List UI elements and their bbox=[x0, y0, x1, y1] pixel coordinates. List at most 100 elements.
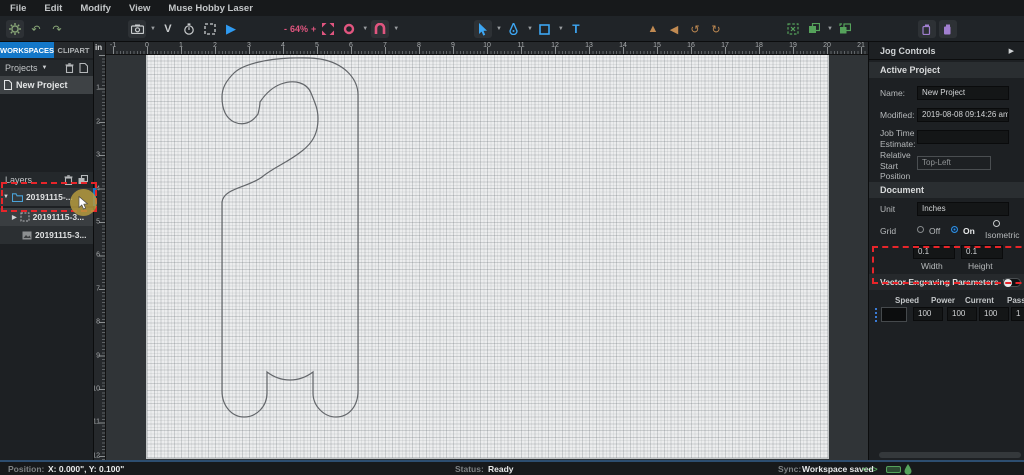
job-timer-icon[interactable] bbox=[180, 20, 198, 38]
document-section-header[interactable]: Document bbox=[869, 182, 1024, 198]
menu-modify[interactable]: Modify bbox=[80, 3, 111, 14]
status-label: Status: bbox=[455, 464, 484, 474]
modified-date-field: 2019-08-08 09:14:26 am bbox=[917, 108, 1009, 122]
current-field[interactable]: 100 bbox=[979, 307, 1009, 321]
pan-tool-dropdown-icon[interactable]: ▼ bbox=[362, 26, 368, 32]
perimeter-frame-icon[interactable] bbox=[201, 20, 219, 38]
new-project-icon[interactable] bbox=[79, 63, 88, 73]
text-tool-button[interactable]: T bbox=[567, 20, 585, 38]
mouse-cursor-icon bbox=[78, 196, 89, 210]
v-ruler-tick-label: 8 bbox=[96, 319, 100, 326]
layer-row-image[interactable]: 20191115-3... bbox=[0, 226, 93, 244]
delete-project-trash-icon[interactable] bbox=[65, 63, 74, 73]
v-ruler-tick-label: 7 bbox=[96, 285, 100, 292]
grid-off-radio[interactable] bbox=[917, 226, 924, 233]
grid-on-label: On bbox=[963, 226, 975, 237]
vector-trace-button[interactable]: V bbox=[159, 20, 177, 38]
jog-controls-expand-icon[interactable]: ▶ bbox=[1009, 47, 1014, 55]
paste-parameters-icon[interactable] bbox=[939, 20, 957, 38]
redo-icon[interactable]: ↷ bbox=[48, 20, 66, 38]
h-ruler-tick-label: -1 bbox=[110, 42, 116, 49]
jog-controls-header[interactable]: Jog Controls ▶ bbox=[869, 42, 1024, 60]
document-page[interactable] bbox=[147, 55, 828, 458]
position-value: X: 0.000", Y: 0.100" bbox=[48, 464, 124, 474]
right-panel-scrollbar[interactable] bbox=[879, 452, 1021, 458]
h-ruler-tick-label: 16 bbox=[687, 42, 695, 49]
h-ruler-tick-label: 8 bbox=[417, 42, 421, 49]
unit-label: Unit bbox=[880, 204, 895, 215]
passes-field[interactable]: 1 bbox=[1011, 307, 1024, 321]
h-ruler-tick-label: 5 bbox=[315, 42, 319, 49]
select-tool-dropdown-icon[interactable]: ▼ bbox=[496, 26, 502, 32]
group-dropdown-icon[interactable]: ▼ bbox=[827, 26, 833, 32]
menu-file[interactable]: File bbox=[10, 3, 26, 14]
speed-field[interactable]: 100 bbox=[913, 307, 943, 321]
isometric-radio[interactable] bbox=[993, 220, 1000, 227]
run-job-play-button[interactable]: ▶ bbox=[222, 20, 240, 38]
copy-parameters-icon[interactable] bbox=[918, 20, 936, 38]
v-ruler-tick-label: 3 bbox=[96, 152, 100, 159]
project-file-icon bbox=[4, 80, 12, 90]
menu-muse-hobby-laser[interactable]: Muse Hobby Laser bbox=[168, 3, 252, 14]
menu-view[interactable]: View bbox=[129, 3, 150, 14]
mouse-cursor-highlight bbox=[70, 189, 97, 216]
v-ruler-tick-label: 11 bbox=[94, 419, 100, 426]
layer-color-swatch[interactable] bbox=[881, 307, 907, 322]
annotation-red-rect-parameters bbox=[872, 246, 1024, 284]
layer-expand-icon[interactable]: ▶ bbox=[12, 214, 17, 221]
h-ruler-tick-label: 11 bbox=[517, 42, 524, 49]
grid-on-radio[interactable] bbox=[951, 226, 958, 233]
project-name-field[interactable]: New Project bbox=[917, 86, 1009, 100]
shape-tool-dropdown-icon[interactable]: ▼ bbox=[558, 26, 564, 32]
pen-tool-dropdown-icon[interactable]: ▼ bbox=[527, 26, 533, 32]
tab-clipart[interactable]: CLIPART bbox=[54, 42, 93, 58]
layer-name-label: 20191115-3... bbox=[35, 230, 87, 240]
projects-header-label: Projects bbox=[5, 63, 38, 73]
relative-start-position-field[interactable]: Top-Left bbox=[917, 156, 991, 170]
zoom-out-button[interactable]: - bbox=[284, 24, 287, 34]
settings-gear-button[interactable] bbox=[6, 20, 24, 38]
position-label: Position: bbox=[8, 464, 44, 474]
zoom-fit-icon[interactable] bbox=[319, 20, 337, 38]
active-project-section-header[interactable]: Active Project bbox=[869, 62, 1024, 78]
door-hanger-outline-shape[interactable] bbox=[147, 55, 828, 458]
select-cursor-tool-icon[interactable] bbox=[474, 20, 492, 38]
rotate-cw-icon[interactable]: ↻ bbox=[707, 20, 725, 38]
undo-icon[interactable]: ↶ bbox=[27, 20, 45, 38]
h-ruler-tick-label: 12 bbox=[551, 42, 559, 49]
shape-rectangle-tool-icon[interactable] bbox=[536, 20, 554, 38]
unit-select-field[interactable]: Inches bbox=[917, 202, 1009, 216]
tab-workspaces[interactable]: WORKSPACES bbox=[0, 42, 54, 58]
camera-capture-button[interactable] bbox=[128, 20, 146, 38]
snap-dropdown-icon[interactable]: ▼ bbox=[393, 26, 399, 32]
v-ruler-tick-label: 12 bbox=[94, 452, 100, 459]
menu-edit[interactable]: Edit bbox=[44, 3, 62, 14]
flip-vertical-icon[interactable]: ▲ bbox=[644, 20, 662, 38]
h-ruler-tick-label: 10 bbox=[483, 42, 491, 49]
v-ruler-tick-label: 5 bbox=[96, 219, 100, 226]
h-ruler-tick-label: 3 bbox=[247, 42, 251, 49]
project-list-item[interactable]: New Project bbox=[0, 76, 93, 94]
layer-image-icon bbox=[22, 231, 32, 240]
canvas-viewport[interactable] bbox=[106, 55, 868, 460]
snap-magnet-icon[interactable] bbox=[371, 20, 389, 38]
grid-off-label: Off bbox=[929, 226, 940, 237]
h-ruler-tick-label: 18 bbox=[755, 42, 763, 49]
rotate-ccw-icon[interactable]: ↺ bbox=[686, 20, 704, 38]
pan-rotate-tool-icon[interactable] bbox=[340, 20, 358, 38]
group-objects-icon[interactable] bbox=[805, 20, 823, 38]
zoom-in-button[interactable]: + bbox=[311, 24, 316, 34]
select-all-objects-icon[interactable] bbox=[784, 20, 802, 38]
jog-controls-label: Jog Controls bbox=[880, 46, 936, 56]
v-ruler-tick-label: 9 bbox=[96, 352, 100, 359]
ungroup-objects-icon[interactable] bbox=[836, 20, 854, 38]
pen-draw-tool-icon[interactable] bbox=[505, 20, 523, 38]
layer-vector-object-icon bbox=[20, 212, 30, 222]
projects-collapse-icon[interactable]: ▼ bbox=[42, 65, 48, 71]
power-field[interactable]: 100 bbox=[947, 307, 977, 321]
sync-arrows-icon: <··> bbox=[862, 464, 878, 474]
col-current: Current bbox=[965, 296, 994, 305]
camera-dropdown-icon[interactable]: ▼ bbox=[150, 26, 156, 32]
flip-horizontal-icon[interactable]: ◀ bbox=[665, 20, 683, 38]
param-row-drag-handle[interactable] bbox=[875, 308, 877, 322]
